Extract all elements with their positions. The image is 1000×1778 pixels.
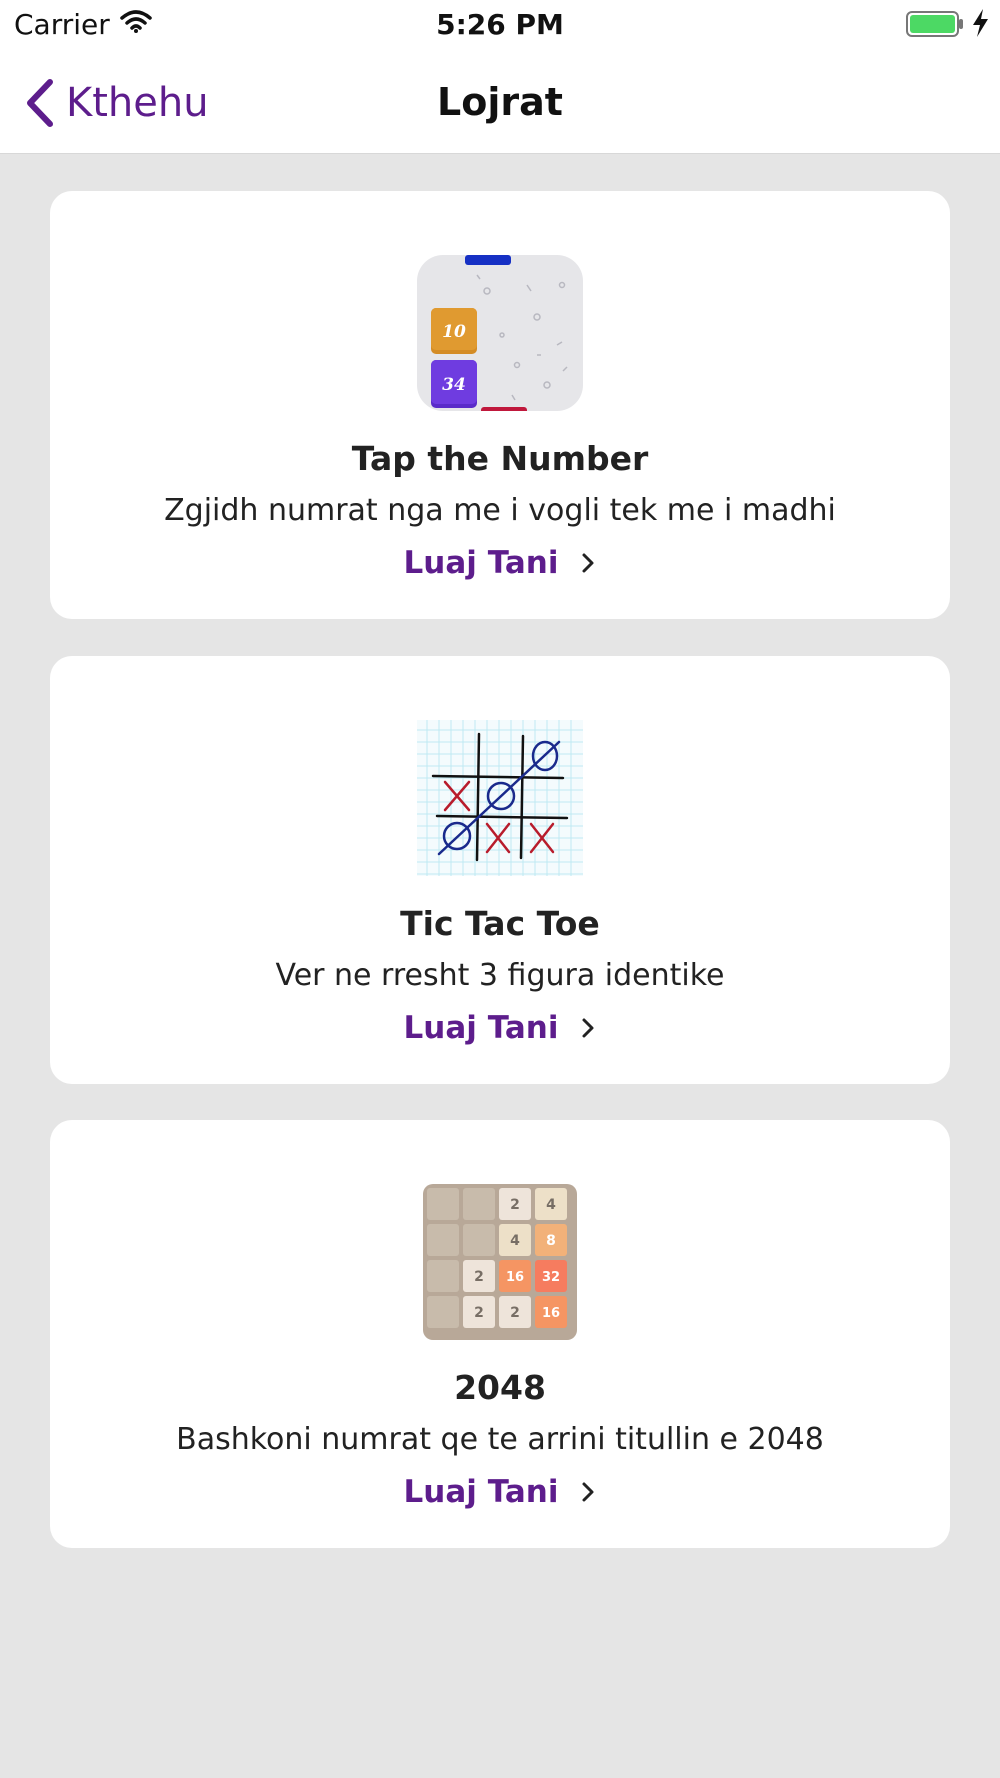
play-now-button[interactable]: Luaj Tani — [50, 545, 950, 581]
game-title: Tap the Number — [351, 439, 649, 478]
board-cell-value: 16 — [506, 1270, 524, 1285]
board-cell-value: 32 — [542, 1270, 560, 1285]
board-cell — [427, 1260, 459, 1292]
game-description: Ver ne rresht 3 figura identike — [275, 958, 725, 993]
navigation-bar: Kthehu Lojrat — [0, 50, 1000, 154]
board-cell-value: 2 — [474, 1269, 484, 1285]
play-now-label: Luaj Tani — [403, 1474, 559, 1510]
board-cell — [427, 1188, 459, 1220]
status-bar: Carrier 5:26 PM — [0, 0, 1000, 50]
board-cell — [427, 1296, 459, 1328]
chevron-right-icon — [582, 1018, 594, 1038]
play-now-button[interactable]: Luaj Tani — [50, 1474, 950, 1510]
play-now-button[interactable]: Luaj Tani — [50, 1010, 950, 1046]
tic-tac-toe-icon — [417, 720, 583, 876]
board-cell — [463, 1188, 495, 1220]
tile-label: 10 — [442, 322, 466, 342]
board-cell — [427, 1224, 459, 1256]
board-cell-value: 4 — [510, 1233, 520, 1249]
game-card-tic-tac-toe[interactable]: Tic Tac Toe Ver ne rresht 3 figura ident… — [50, 656, 950, 1084]
tile-label: 34 — [442, 375, 466, 395]
game-description: Zgjidh numrat nga me i vogli tek me i ma… — [164, 493, 836, 528]
game-title: 2048 — [454, 1368, 546, 1407]
2048-board-icon: 2 4 4 8 2 16 32 2 2 16 — [417, 1184, 583, 1340]
board-cell-value: 2 — [510, 1305, 520, 1321]
battery-icon — [906, 11, 963, 37]
board-cell-value: 4 — [546, 1197, 556, 1213]
chevron-right-icon — [582, 1482, 594, 1502]
page-title: Lojrat — [437, 80, 563, 124]
board-cell — [463, 1224, 495, 1256]
clock: 5:26 PM — [436, 8, 564, 41]
charging-bolt-icon — [973, 9, 988, 37]
board-cell-value: 16 — [542, 1306, 560, 1321]
board-cell-value: 8 — [546, 1233, 556, 1249]
game-description: Bashkoni numrat qe te arrini titullin e … — [176, 1422, 824, 1457]
play-now-label: Luaj Tani — [403, 1010, 559, 1046]
number-tiles-icon: 10 34 — [417, 255, 583, 411]
board-cell-value: 2 — [510, 1197, 520, 1213]
game-title: Tic Tac Toe — [400, 904, 600, 943]
game-card-tap-the-number[interactable]: 10 34 Tap the Number Zgjidh numrat nga m… — [50, 191, 950, 619]
board-cell-value: 2 — [474, 1305, 484, 1321]
chevron-right-icon — [582, 553, 594, 573]
play-now-label: Luaj Tani — [403, 545, 559, 581]
game-card-2048[interactable]: 2 4 4 8 2 16 32 2 2 16 2048 Bashkoni numrat qe te… — [50, 1120, 950, 1548]
